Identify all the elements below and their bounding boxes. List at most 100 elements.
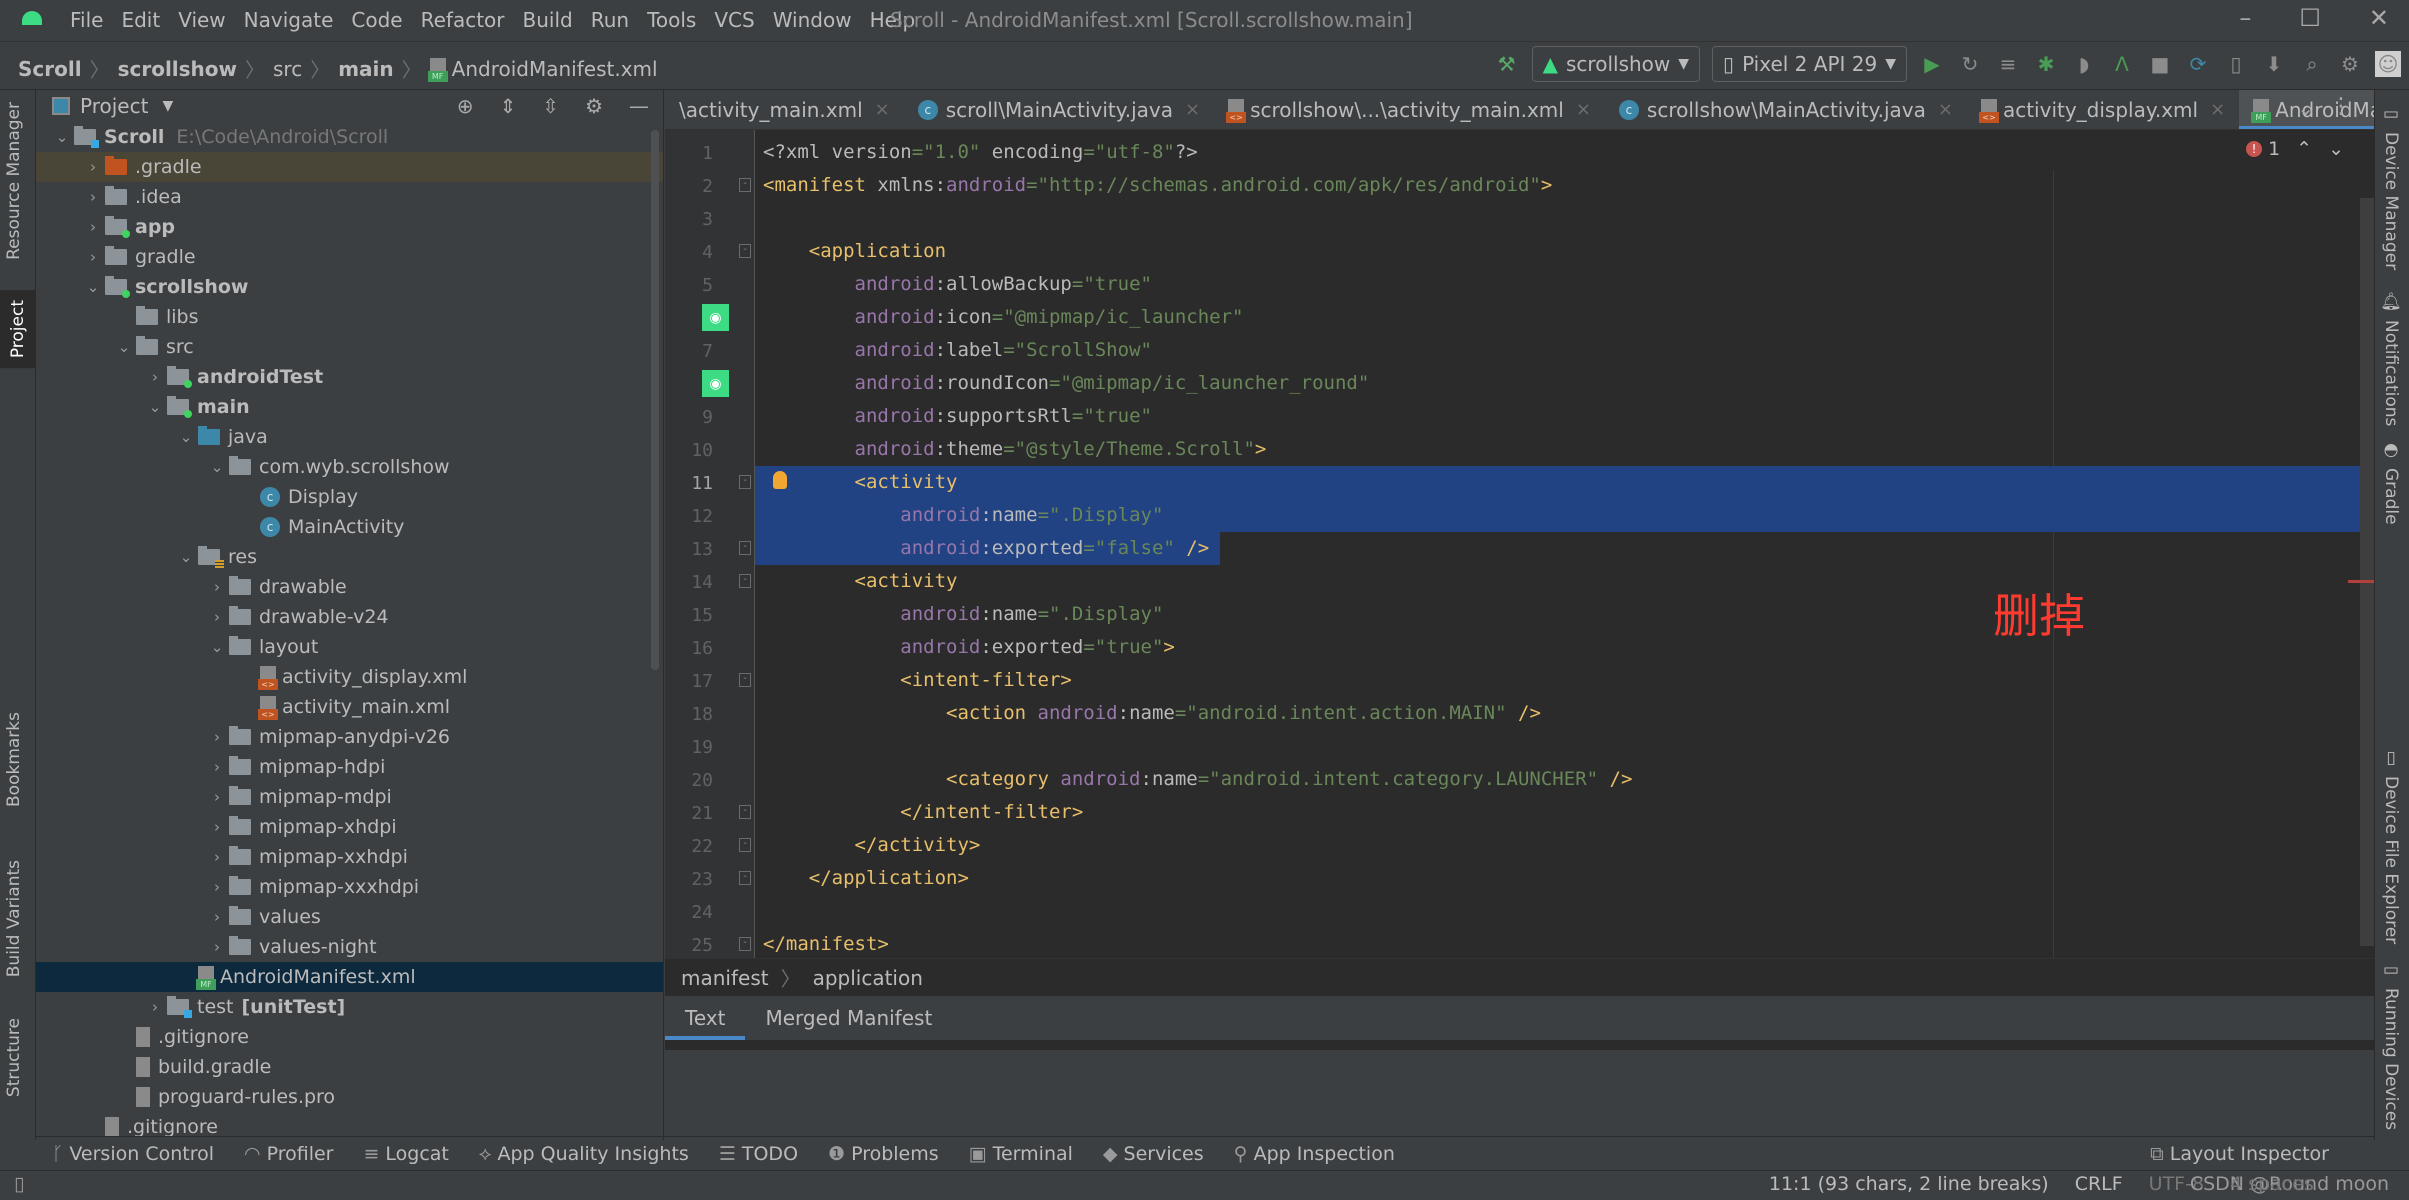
fold-marker-icon[interactable]: - <box>739 178 751 192</box>
tree-item[interactable]: › mipmap-mdpi <box>36 782 663 812</box>
chevron-right-icon[interactable]: › <box>205 878 229 896</box>
tree-item[interactable]: › gradle <box>36 242 663 272</box>
tool-tab-layout-inspector[interactable]: ⧉ Layout Inspector <box>2150 1137 2329 1171</box>
fold-marker-icon[interactable]: - <box>739 574 751 588</box>
hide-icon[interactable]: — <box>629 94 649 118</box>
sync-gradle-icon[interactable]: ⟳ <box>2185 51 2211 77</box>
chevron-right-icon[interactable]: › <box>205 908 229 926</box>
tool-tab-notifications[interactable]: 🔔︎ Notifications <box>2381 290 2401 426</box>
project-scrollbar[interactable] <box>651 130 659 670</box>
tool-tab-project[interactable]: Project <box>0 290 36 369</box>
chevron-right-icon[interactable]: › <box>81 218 105 236</box>
close-tab-icon[interactable]: × <box>1938 99 1953 120</box>
tool-tab-structure[interactable]: Structure <box>4 1018 24 1097</box>
menu-refactor[interactable]: Refactor <box>421 8 505 32</box>
apply-changes-icon[interactable]: ↻ <box>1957 51 1983 77</box>
close-tab-icon[interactable]: × <box>1576 99 1591 120</box>
tool-tab-resource-manager[interactable]: Resource Manager <box>4 102 24 260</box>
caret-position[interactable]: 11:1 (93 chars, 2 line breaks) <box>1769 1173 2049 1195</box>
expand-all-icon[interactable]: ⇕ <box>500 94 517 118</box>
breadcrumb-file[interactable]: AndroidManifest.xml <box>452 57 658 81</box>
tree-item[interactable]: › .idea <box>36 182 663 212</box>
editor-tab[interactable]: scrollshow\...\activity_main.xml × <box>1214 90 1605 129</box>
chevron-right-icon[interactable]: › <box>81 248 105 266</box>
tree-item[interactable]: › mipmap-hdpi <box>36 752 663 782</box>
tree-item[interactable]: › drawable-v24 <box>36 602 663 632</box>
code-editor[interactable]: <?xml version="1.0" encoding="utf-8"?> <m… <box>755 130 2374 958</box>
locate-icon[interactable]: ⊕ <box>457 94 474 118</box>
maximize-button[interactable]: ☐ <box>2299 4 2321 32</box>
close-button[interactable]: ✕ <box>2369 4 2389 32</box>
project-panel-title[interactable]: Project <box>80 94 148 118</box>
menu-file[interactable]: File <box>70 8 103 32</box>
chevron-down-icon[interactable]: ⌄ <box>50 128 74 146</box>
tool-tab-version-control[interactable]: ᚴ Version Control <box>52 1143 214 1165</box>
tool-tab-services[interactable]: ◆ Services <box>1103 1143 1204 1165</box>
tool-tab-logcat[interactable]: ≡ Logcat <box>363 1143 448 1165</box>
chevron-right-icon[interactable]: › <box>81 188 105 206</box>
chevron-right-icon[interactable]: › <box>205 938 229 956</box>
tool-tab-gradle[interactable]: ◓ Gradle <box>2381 440 2401 525</box>
search-icon[interactable]: ⌕ <box>2299 51 2325 77</box>
minimize-button[interactable]: – <box>2239 4 2251 32</box>
tree-item[interactable]: › mipmap-xxhdpi <box>36 842 663 872</box>
editor-tab[interactable]: activity_display.xml × <box>1967 90 2239 129</box>
menu-view[interactable]: View <box>178 8 225 32</box>
tree-item[interactable]: ⌄ main <box>36 392 663 422</box>
tree-item[interactable]: ⌄ Scroll E:\Code\Android\Scroll <box>36 122 663 152</box>
breadcrumb-item[interactable]: src <box>273 57 302 81</box>
fold-marker-icon[interactable]: - <box>739 244 751 258</box>
tree-item[interactable]: › mipmap-xxxhdpi <box>36 872 663 902</box>
error-stripe-mark[interactable] <box>2348 580 2374 583</box>
tree-item[interactable]: ⌄ scrollshow <box>36 272 663 302</box>
tool-tab-device-file-explorer[interactable]: ▯ Device File Explorer <box>2381 748 2401 944</box>
fold-marker-icon[interactable]: - <box>739 838 751 852</box>
tree-item[interactable]: activity_main.xml <box>36 692 663 722</box>
tool-tab-app-inspection[interactable]: ⚲ App Inspection <box>1234 1143 1395 1165</box>
apply-code-icon[interactable]: ≡ <box>1995 51 2021 77</box>
fold-marker-icon[interactable]: - <box>739 805 751 819</box>
collapse-all-icon[interactable]: ⇳ <box>542 94 559 118</box>
chevron-down-icon[interactable]: ⌄ <box>174 428 198 446</box>
fold-marker-icon[interactable]: - <box>739 541 751 555</box>
breadcrumb-item[interactable]: main <box>338 57 393 81</box>
show-hidden-tabs-icon[interactable]: ⌄ <box>2297 96 2314 120</box>
fold-marker-icon[interactable]: - <box>739 871 751 885</box>
menu-navigate[interactable]: Navigate <box>244 8 334 32</box>
more-options-icon[interactable]: ⋮ <box>2330 94 2352 119</box>
tree-item[interactable]: activity_display.xml <box>36 662 663 692</box>
tree-item[interactable]: › androidTest <box>36 362 663 392</box>
fold-marker-icon[interactable]: - <box>739 937 751 951</box>
sdk-manager-icon[interactable]: ⬇ <box>2261 51 2287 77</box>
device-select[interactable]: ▯ Pixel 2 API 29 ▼ <box>1712 46 1907 82</box>
chevron-down-icon[interactable]: ⌄ <box>205 458 229 476</box>
menu-build[interactable]: Build <box>523 8 573 32</box>
chevron-right-icon[interactable]: › <box>205 578 229 596</box>
indent-setting[interactable]: 4 spaces <box>2230 1173 2314 1195</box>
settings-icon[interactable]: ⚙ <box>2337 51 2363 77</box>
menu-tools[interactable]: Tools <box>647 8 696 32</box>
chevron-right-icon[interactable]: › <box>205 758 229 776</box>
chevron-right-icon[interactable]: › <box>205 728 229 746</box>
menu-run[interactable]: Run <box>591 8 629 32</box>
fold-marker-icon[interactable]: - <box>739 475 751 489</box>
menu-code[interactable]: Code <box>351 8 402 32</box>
tool-tab-problems[interactable]: ❶ Problems <box>828 1143 939 1165</box>
debug-icon[interactable]: ✱ <box>2033 51 2059 77</box>
tree-item[interactable]: › mipmap-xhdpi <box>36 812 663 842</box>
chevron-right-icon[interactable]: › <box>143 998 167 1016</box>
tree-item[interactable]: › mipmap-anydpi-v26 <box>36 722 663 752</box>
tree-item[interactable]: › values-night <box>36 932 663 962</box>
tool-tab-build-variants[interactable]: Build Variants <box>4 860 24 977</box>
tree-item[interactable]: › values <box>36 902 663 932</box>
chevron-down-icon[interactable]: ⌄ <box>205 638 229 656</box>
profile-icon[interactable]: ◗ <box>2071 51 2097 77</box>
tool-tab-bookmarks[interactable]: Bookmarks <box>4 712 24 807</box>
device-manager-icon[interactable]: ▯ <box>2223 51 2249 77</box>
tool-tab-app-quality-insights[interactable]: ⟡ App Quality Insights <box>479 1143 689 1165</box>
tree-item[interactable]: ⌄ src <box>36 332 663 362</box>
account-icon[interactable]: ☺ <box>2375 51 2401 77</box>
line-separator[interactable]: CRLF <box>2075 1173 2123 1195</box>
breadcrumb-item[interactable]: Scroll <box>18 57 82 81</box>
tree-item[interactable]: › test [unitTest] <box>36 992 663 1022</box>
